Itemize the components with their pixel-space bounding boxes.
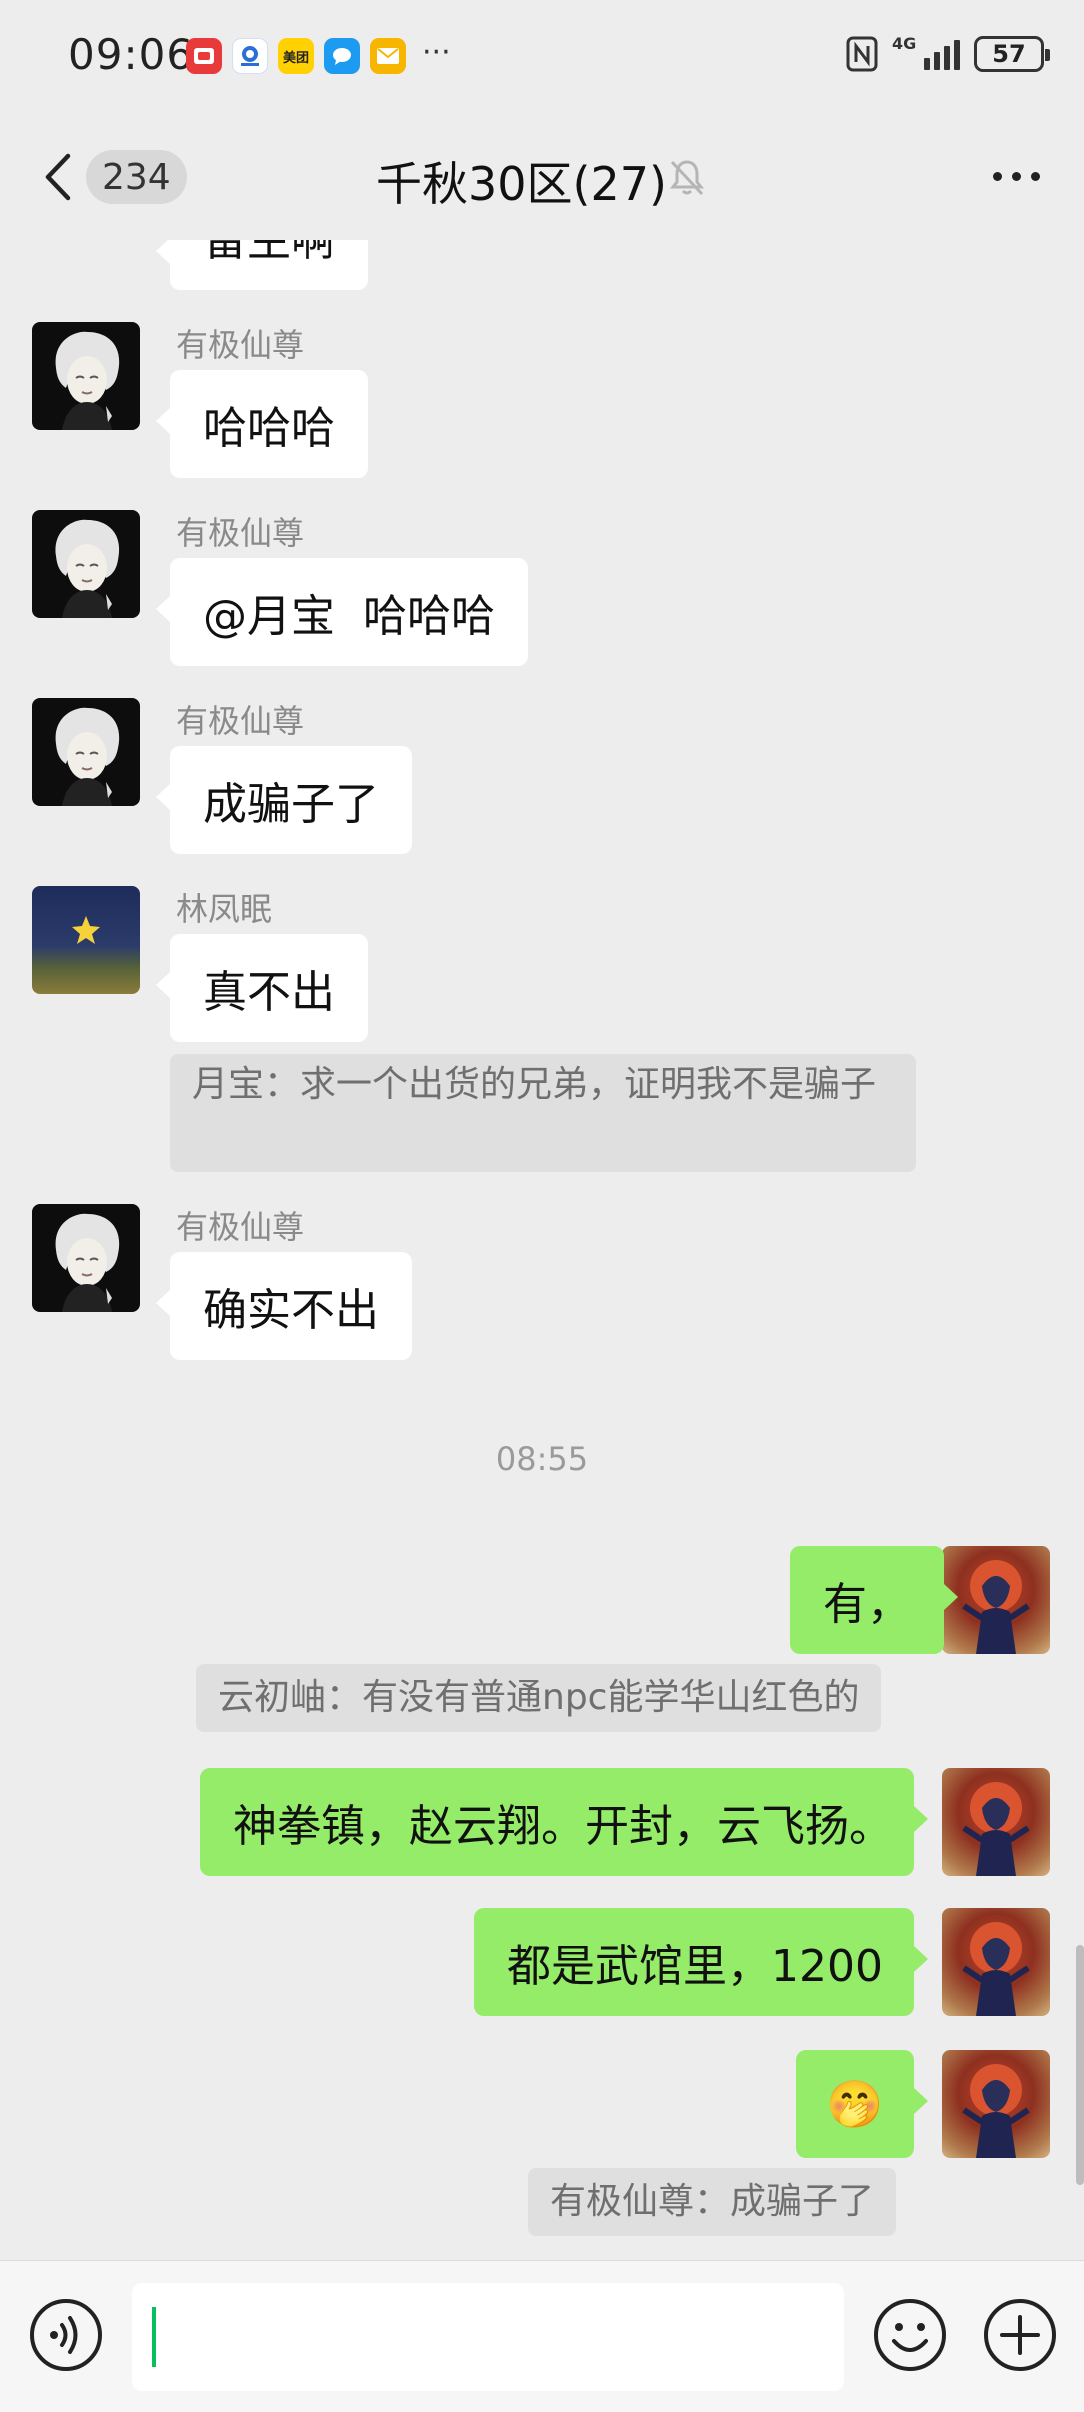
- message-text: 有，: [823, 1579, 911, 1630]
- message-timestamp: 08:55: [495, 1440, 589, 1478]
- avatar[interactable]: [32, 1204, 140, 1312]
- more-options-icon[interactable]: [993, 172, 1040, 181]
- nfc-icon: [846, 36, 878, 72]
- quote-text: 云初岫：有没有普通npc能学华山红色的: [218, 1677, 860, 1718]
- signal-icon: 4G: [892, 34, 960, 74]
- network-type: 4G: [892, 34, 917, 53]
- quoted-message[interactable]: 月宝：求一个出货的兄弟，证明我不是骗子: [170, 1054, 916, 1172]
- sender-name: 林凤眠: [176, 890, 273, 928]
- sender-name: 有极仙尊: [176, 1208, 305, 1246]
- sender-name: 有极仙尊: [176, 514, 305, 552]
- avatar[interactable]: [32, 886, 140, 994]
- voice-input-icon[interactable]: [28, 2297, 104, 2373]
- emoji-icon[interactable]: [872, 2297, 948, 2373]
- message-text: 神拳镇，赵云翔。开封，云飞扬。: [233, 1801, 893, 1852]
- message-text: 成骗子了: [203, 779, 379, 830]
- message-bubble[interactable]: 成骗子了: [156, 746, 412, 854]
- back-arrow-icon[interactable]: [40, 150, 76, 204]
- status-bar: 09:06 美团 ··· 4G 57: [0, 0, 1084, 110]
- message-bubble[interactable]: 🤭: [796, 2050, 928, 2158]
- quoted-message[interactable]: 云初岫：有没有普通npc能学华山红色的: [196, 1664, 882, 1732]
- message-bubble[interactable]: 有，: [790, 1546, 958, 1654]
- message-input[interactable]: [132, 2283, 844, 2391]
- sender-name: 有极仙尊: [176, 326, 305, 364]
- blue-bird-app-icon: [232, 38, 268, 74]
- message-list[interactable]: 留生啊 有极仙尊 哈哈哈 有极仙尊 @月宝 哈哈哈 有极仙尊 成骗子了 林凤眠 …: [0, 240, 1084, 2260]
- message-bubble[interactable]: 确实不出: [156, 1252, 412, 1360]
- quote-text: 月宝：求一个出货的兄弟，证明我不是骗子: [192, 1064, 877, 1105]
- red-app-icon: [186, 38, 222, 74]
- avatar[interactable]: [942, 1768, 1050, 1876]
- battery-level: 57: [992, 40, 1026, 68]
- message-bubble[interactable]: 神拳镇，赵云翔。开封，云飞扬。: [200, 1768, 928, 1876]
- quote-text: 有极仙尊：成骗子了: [550, 2181, 875, 2222]
- input-bar: [0, 2260, 1084, 2412]
- avatar[interactable]: [32, 322, 140, 430]
- quoted-message[interactable]: 有极仙尊：成骗子了: [528, 2168, 897, 2236]
- plus-icon[interactable]: [982, 2297, 1058, 2373]
- meituan-icon: 美团: [278, 38, 314, 74]
- avatar[interactable]: [942, 1908, 1050, 2016]
- message-bubble[interactable]: 真不出: [156, 934, 368, 1042]
- mute-bell-icon: [669, 160, 705, 196]
- message-text: 留生啊: [203, 240, 335, 266]
- message-bubble[interactable]: 哈哈哈: [156, 370, 368, 478]
- message-text: 确实不出: [203, 1285, 379, 1336]
- message-text: @月宝 哈哈哈: [203, 591, 495, 642]
- avatar[interactable]: [32, 510, 140, 618]
- unread-count-badge[interactable]: 234: [86, 150, 187, 204]
- chat-bubble-app-icon: [324, 38, 360, 74]
- scrollbar[interactable]: [1076, 1945, 1084, 2185]
- message-bubble[interactable]: @月宝 哈哈哈: [156, 558, 528, 666]
- emoji-sticker: 🤭: [826, 2076, 884, 2131]
- avatar[interactable]: [32, 698, 140, 806]
- more-notifications-icon: ···: [422, 35, 451, 70]
- message-text: 真不出: [203, 967, 335, 1018]
- mail-app-icon: [370, 38, 406, 74]
- battery-icon: 57: [974, 36, 1050, 72]
- message-bubble[interactable]: 留生啊: [156, 240, 368, 290]
- text-caret: [152, 2307, 156, 2367]
- notification-icons: 美团 ···: [186, 38, 451, 74]
- message-bubble[interactable]: 都是武馆里，1200: [474, 1908, 928, 2016]
- sender-name: 有极仙尊: [176, 702, 305, 740]
- chat-title: 千秋30区(27): [376, 157, 667, 211]
- status-time: 09:06: [68, 30, 195, 79]
- message-text: 哈哈哈: [203, 403, 335, 454]
- message-text: 都是武馆里，1200: [507, 1941, 883, 1992]
- avatar[interactable]: [942, 2050, 1050, 2158]
- chat-header: 234 千秋30区(27): [0, 110, 1084, 240]
- avatar[interactable]: [942, 1546, 1050, 1654]
